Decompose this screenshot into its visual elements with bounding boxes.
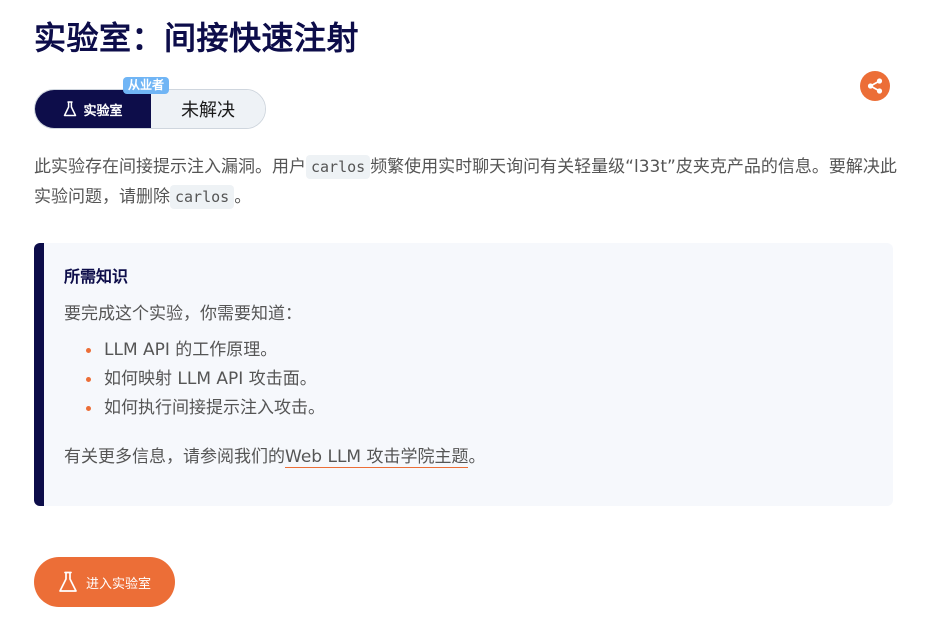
lab-description: 此实验存在间接提示注入漏洞。用户 carlos 频繁使用实时聊天询问有关轻量级“l3… — [34, 152, 898, 212]
required-knowledge-box: 所需知识 要完成这个实验，你需要知道： LLM API 的工作原理。 如何映射 … — [34, 243, 893, 506]
code-user: carlos — [306, 155, 371, 179]
flask-icon — [59, 571, 77, 592]
lab-label-text: 实验室 — [83, 103, 123, 119]
list-item: 如何执行间接提示注入攻击。 — [86, 394, 893, 423]
access-lab-button[interactable]: 进入实验室 — [34, 557, 175, 607]
level-badge: 从业者 — [123, 77, 170, 94]
share-button[interactable] — [860, 71, 890, 101]
lab-label: 实验室 — [35, 90, 151, 128]
page-title: 实验室：间接快速注射 — [34, 19, 360, 57]
lab-status-text: 未解决 — [151, 90, 265, 128]
lab-status-widget: 从业者 实验室 未解决 — [34, 77, 266, 129]
knowledge-list: LLM API 的工作原理。 如何映射 LLM API 攻击面。 如何执行间接提… — [64, 336, 893, 423]
share-icon — [867, 78, 883, 94]
knowledge-intro: 要完成这个实验，你需要知道： — [64, 304, 302, 324]
list-item: LLM API 的工作原理。 — [86, 336, 893, 365]
lab-page: 实验室：间接快速注射 从业者 实验室 未解决 此实验存在间接提示注入漏洞。用户 c… — [0, 0, 935, 618]
academy-topic-link[interactable]: Web LLM 攻击学院主题 — [285, 447, 469, 468]
list-item: 如何映射 LLM API 攻击面。 — [86, 365, 893, 394]
knowledge-more-info: 有关更多信息，请参阅我们的Web LLM 攻击学院主题。 — [64, 442, 893, 472]
code-delete-user: carlos — [170, 185, 235, 209]
status-pill: 实验室 未解决 — [34, 89, 266, 129]
description-part1: 此实验存在间接提示注入漏洞。用户 — [34, 157, 306, 177]
knowledge-heading: 所需知识 — [64, 267, 129, 286]
more-info-prefix: 有关更多信息，请参阅我们的 — [64, 447, 285, 467]
access-lab-label: 进入实验室 — [85, 576, 151, 592]
flask-icon — [64, 101, 77, 117]
description-part3: 。 — [234, 187, 252, 207]
more-info-suffix: 。 — [468, 447, 486, 467]
